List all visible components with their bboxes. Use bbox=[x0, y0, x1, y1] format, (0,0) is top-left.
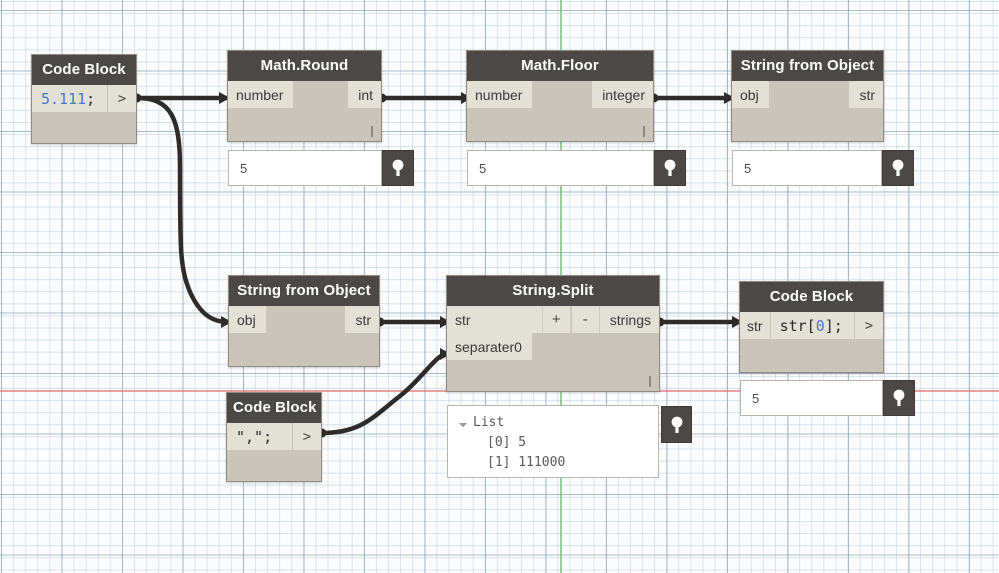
remove-input-button[interactable]: - bbox=[570, 306, 600, 333]
preview-value: 5 bbox=[732, 150, 882, 186]
port-spacer bbox=[768, 81, 850, 108]
preview-bulb-icon[interactable] bbox=[661, 406, 692, 443]
input-port-obj[interactable]: obj bbox=[229, 306, 266, 333]
preview-math-round[interactable]: 5 bbox=[228, 150, 414, 186]
list-item: [1] 111000 bbox=[487, 455, 566, 471]
port-row[interactable]: number integer bbox=[467, 81, 653, 108]
port-spacer bbox=[531, 333, 659, 360]
preview-bulb-icon[interactable] bbox=[883, 380, 915, 416]
code-index-literal: 0 bbox=[815, 316, 825, 335]
wire-codeblock-to-stringfromobject2 bbox=[134, 95, 231, 325]
node-code-block-source[interactable]: Code Block 5.111; > bbox=[31, 54, 137, 144]
node-body[interactable]: ","; > bbox=[227, 423, 321, 481]
code-block-row[interactable]: ","; > bbox=[227, 423, 321, 450]
node-body[interactable]: obj str bbox=[229, 306, 379, 366]
node-body[interactable]: str str[0]; > bbox=[740, 312, 883, 372]
node-math-round[interactable]: Math.Round number int bbox=[227, 50, 382, 142]
node-title: String.Split bbox=[447, 276, 659, 306]
output-port-strings[interactable]: strings bbox=[599, 306, 659, 333]
lacing-indicator-icon[interactable] bbox=[371, 126, 373, 137]
input-port-str[interactable]: str bbox=[447, 306, 542, 333]
output-port-str[interactable]: str bbox=[849, 81, 883, 108]
preview-bulb-icon[interactable] bbox=[882, 150, 914, 186]
code-block-text[interactable]: str[0]; bbox=[770, 312, 854, 339]
bulb-glyph bbox=[892, 159, 904, 176]
preview-value: 5 bbox=[228, 150, 382, 186]
output-port-integer[interactable]: integer bbox=[592, 81, 653, 108]
input-port-obj[interactable]: obj bbox=[732, 81, 769, 108]
output-port-str[interactable]: str bbox=[345, 306, 379, 333]
preview-value: 5 bbox=[740, 380, 883, 416]
node-title: String from Object bbox=[732, 51, 883, 81]
bulb-glyph bbox=[671, 416, 682, 433]
lacing-indicator-icon[interactable] bbox=[649, 376, 651, 387]
port-spacer bbox=[293, 81, 349, 108]
list-label: List bbox=[473, 415, 505, 430]
bulb-glyph bbox=[392, 159, 404, 176]
lacing-indicator-icon[interactable] bbox=[643, 126, 645, 137]
code-terminator: ; bbox=[86, 89, 96, 108]
node-title: Code Block bbox=[32, 55, 136, 85]
code-literal-number: 5.111 bbox=[41, 89, 87, 108]
input-port-str[interactable]: str bbox=[740, 312, 771, 339]
output-port-int[interactable]: int bbox=[348, 81, 381, 108]
port-row[interactable]: obj str bbox=[732, 81, 883, 108]
port-row[interactable]: obj str bbox=[229, 306, 379, 333]
list-item: [0] 5 bbox=[487, 435, 527, 451]
node-string-from-object-mid[interactable]: String from Object obj str bbox=[228, 275, 380, 367]
input-port-separater0[interactable]: separater0 bbox=[447, 333, 532, 360]
bulb-glyph bbox=[893, 389, 905, 406]
code-block-text[interactable]: ","; bbox=[227, 423, 292, 450]
node-title: Math.Floor bbox=[467, 51, 653, 81]
input-port-number[interactable]: number bbox=[467, 81, 533, 108]
node-code-block-separator[interactable]: Code Block ","; > bbox=[226, 392, 322, 482]
output-arrow-icon[interactable]: > bbox=[292, 423, 321, 450]
node-body[interactable]: number int bbox=[228, 81, 381, 141]
code-expression-suffix: ]; bbox=[824, 316, 843, 335]
collapse-triangle-icon[interactable] bbox=[458, 418, 468, 428]
input-port-number[interactable]: number bbox=[228, 81, 294, 108]
output-arrow-icon[interactable]: > bbox=[107, 85, 136, 112]
code-block-row[interactable]: str str[0]; > bbox=[740, 312, 883, 339]
port-row-str[interactable]: str + - strings bbox=[447, 306, 659, 333]
node-title: Code Block bbox=[740, 282, 883, 312]
node-body[interactable]: str + - strings separater0 bbox=[447, 306, 659, 391]
dynamo-canvas[interactable]: Code Block 5.111; > Math.Round number in… bbox=[0, 0, 999, 573]
node-body[interactable]: number integer bbox=[467, 81, 653, 141]
node-code-block-index[interactable]: Code Block str str[0]; > bbox=[739, 281, 884, 373]
node-title: Code Block bbox=[227, 393, 321, 423]
preview-bulb-icon[interactable] bbox=[382, 150, 414, 186]
preview-string-from-object-top[interactable]: 5 bbox=[732, 150, 914, 186]
node-math-floor[interactable]: Math.Floor number integer bbox=[466, 50, 654, 142]
preview-value: 5 bbox=[467, 150, 654, 186]
port-row[interactable]: number int bbox=[228, 81, 381, 108]
preview-bulb-icon[interactable] bbox=[654, 150, 686, 186]
bulb-glyph bbox=[664, 159, 676, 176]
port-spacer bbox=[532, 81, 593, 108]
node-string-split[interactable]: String.Split str + - strings separater0 bbox=[446, 275, 660, 392]
node-body[interactable]: 5.111; > bbox=[32, 85, 136, 143]
preview-code-block-index[interactable]: 5 bbox=[740, 380, 915, 416]
node-title: String from Object bbox=[229, 276, 379, 306]
preview-math-floor[interactable]: 5 bbox=[467, 150, 686, 186]
list-header[interactable]: List bbox=[458, 413, 648, 433]
output-arrow-icon[interactable]: > bbox=[854, 312, 883, 339]
port-spacer bbox=[265, 306, 346, 333]
node-string-from-object-top[interactable]: String from Object obj str bbox=[731, 50, 884, 142]
preview-list-string-split: List [0] 5 [1] 111000 bbox=[447, 405, 659, 478]
code-expression-prefix: str[ bbox=[779, 316, 816, 335]
code-block-row[interactable]: 5.111; > bbox=[32, 85, 136, 112]
code-block-text[interactable]: 5.111; bbox=[32, 85, 107, 112]
add-input-button[interactable]: + bbox=[541, 306, 571, 333]
port-row-separator[interactable]: separater0 bbox=[447, 333, 659, 360]
node-title: Math.Round bbox=[228, 51, 381, 81]
node-body[interactable]: obj str bbox=[732, 81, 883, 141]
